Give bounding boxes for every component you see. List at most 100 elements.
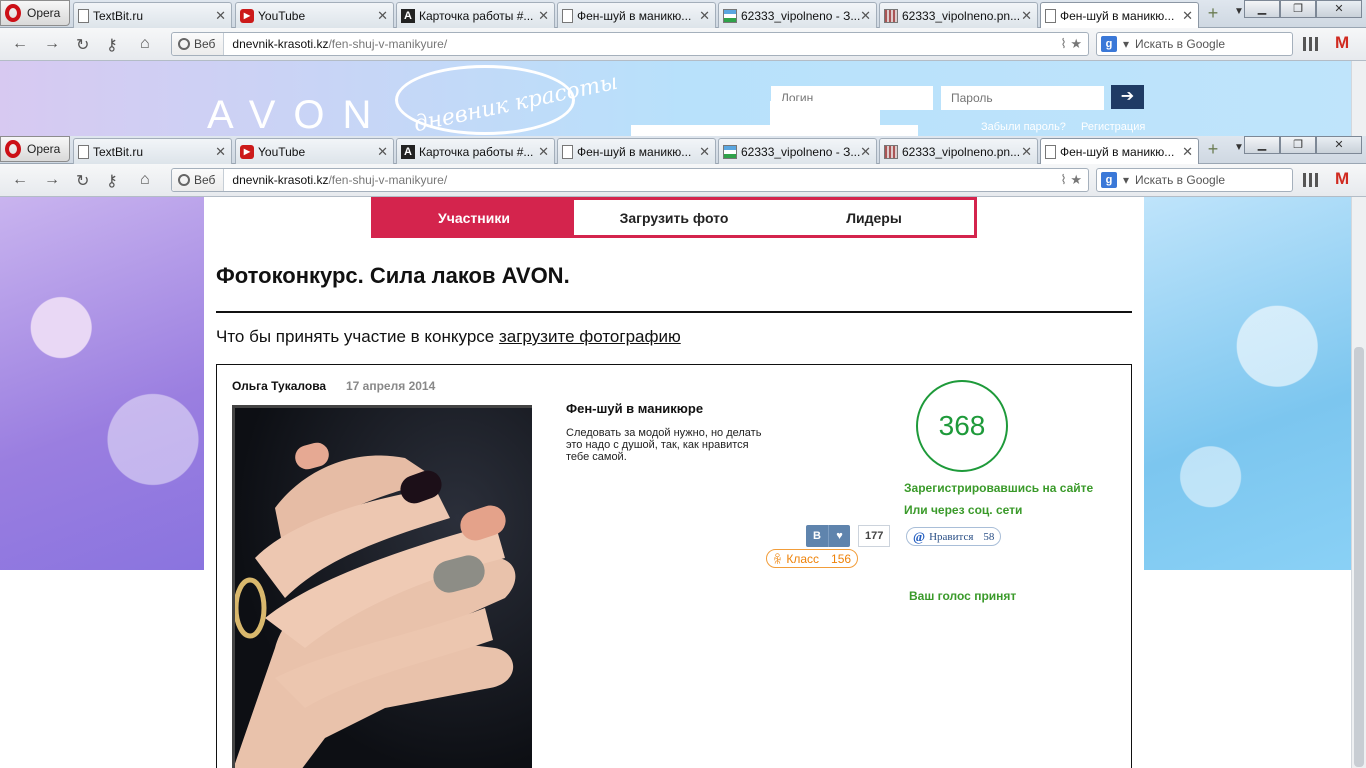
social-login-link[interactable]: Или через соц. сети: [904, 503, 1022, 517]
vk-icon: В: [806, 525, 828, 547]
vote-accepted-message: Ваш голос принят: [909, 589, 1017, 603]
menu-participants[interactable]: Участники: [374, 200, 574, 235]
register-to-vote-link[interactable]: Зарегистрировавшись на сайте: [904, 481, 1093, 495]
tab-fengshui-active[interactable]: Фен-шуй в маникю... ✕: [1040, 138, 1199, 165]
login-submit-button[interactable]: ➔: [1111, 85, 1144, 109]
close-icon[interactable]: ✕: [538, 8, 549, 24]
page-scrollbar[interactable]: [1351, 197, 1366, 768]
ok-class-button[interactable]: ꆜ Класс 156: [766, 549, 859, 568]
tab-card[interactable]: A Карточка работы #... ✕: [396, 138, 555, 164]
chevron-down-icon[interactable]: ▾: [1123, 37, 1129, 51]
web-badge[interactable]: Веб: [172, 169, 225, 191]
reload-icon[interactable]: ↻: [76, 35, 89, 55]
tab-fengshui[interactable]: Фен-шуй в маникю... ✕: [557, 2, 716, 28]
scrollbar-thumb[interactable]: [1354, 347, 1364, 767]
tab-youtube[interactable]: ▶ YouTube ✕: [235, 2, 394, 28]
vk-like-button[interactable]: В ♥ 177: [806, 525, 891, 547]
tab-textbit[interactable]: TextBit.ru ✕: [73, 2, 232, 28]
entry-photo[interactable]: [232, 405, 532, 768]
tab-textbit[interactable]: TextBit.ru ✕: [73, 138, 232, 164]
minimize-icon[interactable]: ▁: [1244, 136, 1280, 154]
opera-label: Opera: [27, 6, 61, 20]
url-path: /fen-shuj-v-manikyure/: [328, 37, 448, 51]
new-tab-icon[interactable]: +: [1203, 4, 1223, 24]
tab-vipolneno-png[interactable]: 62333_vipolneno.pn... ✕: [879, 138, 1038, 164]
forward-icon[interactable]: →: [44, 35, 60, 53]
forward-icon[interactable]: →: [44, 171, 60, 189]
close-icon[interactable]: ✕: [377, 144, 388, 160]
tab-fengshui[interactable]: Фен-шуй в маникю... ✕: [557, 138, 716, 164]
vote-score[interactable]: 368: [916, 380, 1008, 472]
rss-star-icon[interactable]: ⌇ ★: [1060, 36, 1082, 52]
minimize-icon[interactable]: ▁: [1244, 0, 1280, 18]
background-right: [1144, 197, 1366, 570]
search-field[interactable]: g ▾ Искать в Google: [1096, 32, 1293, 56]
close-icon[interactable]: ✕: [699, 144, 710, 160]
tab-vipolneno[interactable]: 62333_vipolneno - З... ✕: [718, 138, 877, 164]
menu-upload-photo[interactable]: Загрузить фото: [574, 200, 774, 235]
page-icon: [562, 8, 573, 23]
back-icon[interactable]: ←: [12, 35, 28, 53]
mailru-like-button[interactable]: @ Нравится 58: [906, 527, 1002, 546]
close-icon[interactable]: ✕: [1021, 144, 1032, 160]
chevron-down-icon[interactable]: ▼: [1234, 142, 1244, 153]
close-icon[interactable]: ✕: [1182, 8, 1193, 24]
url-field[interactable]: Веб dnevnik-krasoti.kz/fen-shuj-v-maniky…: [171, 32, 1089, 56]
close-icon[interactable]: ✕: [215, 8, 226, 24]
page-icon: [1045, 145, 1056, 159]
tab-youtube[interactable]: ▶ YouTube ✕: [235, 138, 394, 164]
manicure-photo: [235, 442, 516, 768]
restore-icon[interactable]: ❐: [1280, 0, 1316, 18]
opera-menu-button[interactable]: Opera: [0, 0, 70, 26]
scrollbar-top[interactable]: [1351, 61, 1366, 136]
reload-icon[interactable]: ↻: [76, 171, 89, 191]
close-window-icon[interactable]: ✕: [1316, 0, 1362, 18]
upload-photo-link[interactable]: загрузите фотографию: [499, 327, 681, 346]
home-icon[interactable]: ⌂: [140, 35, 150, 53]
page-icon: [78, 8, 89, 23]
close-icon[interactable]: ✕: [1182, 144, 1193, 160]
main-content: Участники Загрузить фото Лидеры Фотоконк…: [204, 197, 1144, 768]
close-icon[interactable]: ✕: [538, 144, 549, 160]
ok-class-label: Класс: [786, 551, 820, 566]
tab-vipolneno-png[interactable]: 62333_vipolneno.pn... ✕: [879, 2, 1038, 28]
gmail-icon[interactable]: M: [1335, 169, 1349, 189]
rss-star-icon[interactable]: ⌇ ★: [1060, 172, 1082, 188]
close-icon[interactable]: ✕: [1021, 8, 1032, 24]
close-window-icon[interactable]: ✕: [1316, 136, 1362, 154]
avon-logo[interactable]: AVON: [207, 93, 389, 136]
search-placeholder: Искать в Google: [1135, 37, 1226, 51]
ok-class-count: 156: [831, 551, 852, 566]
close-icon[interactable]: ✕: [377, 8, 388, 24]
restore-icon[interactable]: ❐: [1280, 136, 1316, 154]
close-icon[interactable]: ✕: [215, 144, 226, 160]
home-icon[interactable]: ⌂: [140, 171, 150, 189]
menu-leaders[interactable]: Лидеры: [774, 200, 974, 235]
key-icon[interactable]: ⚷: [106, 171, 118, 191]
web-badge[interactable]: Веб: [172, 33, 225, 55]
tab-fengshui-active[interactable]: Фен-шуй в маникю... ✕: [1040, 2, 1199, 29]
opera-menu-button[interactable]: Opera: [0, 136, 70, 162]
entry-author[interactable]: Ольга Тукалова: [232, 379, 326, 393]
forgot-password-link[interactable]: Забыли пароль?: [981, 121, 1066, 133]
url-field[interactable]: Веб dnevnik-krasoti.kz/fen-shuj-v-maniky…: [171, 168, 1089, 192]
tab-card[interactable]: A Карточка работы #... ✕: [396, 2, 555, 28]
gmail-icon[interactable]: M: [1335, 33, 1349, 53]
heart-icon: ♥: [828, 525, 850, 547]
chevron-down-icon[interactable]: ▾: [1123, 173, 1129, 187]
search-field[interactable]: g ▾ Искать в Google: [1096, 168, 1293, 192]
register-link[interactable]: Регистрация: [1081, 121, 1145, 133]
grid-icon[interactable]: [1303, 173, 1319, 187]
back-icon[interactable]: ←: [12, 171, 28, 189]
chevron-down-icon[interactable]: ▼: [1234, 6, 1244, 17]
tab-vipolneno[interactable]: 62333_vipolneno - З... ✕: [718, 2, 877, 28]
close-icon[interactable]: ✕: [699, 8, 710, 24]
new-tab-icon[interactable]: +: [1203, 140, 1223, 160]
vk-like-count: 177: [858, 525, 891, 547]
close-icon[interactable]: ✕: [860, 144, 871, 160]
key-icon[interactable]: ⚷: [106, 35, 118, 55]
grid-icon[interactable]: [1303, 37, 1319, 51]
password-input[interactable]: [941, 86, 1104, 110]
url-text: dnevnik-krasoti.kz/fen-shuj-v-manikyure/: [224, 37, 447, 51]
close-icon[interactable]: ✕: [860, 8, 871, 24]
